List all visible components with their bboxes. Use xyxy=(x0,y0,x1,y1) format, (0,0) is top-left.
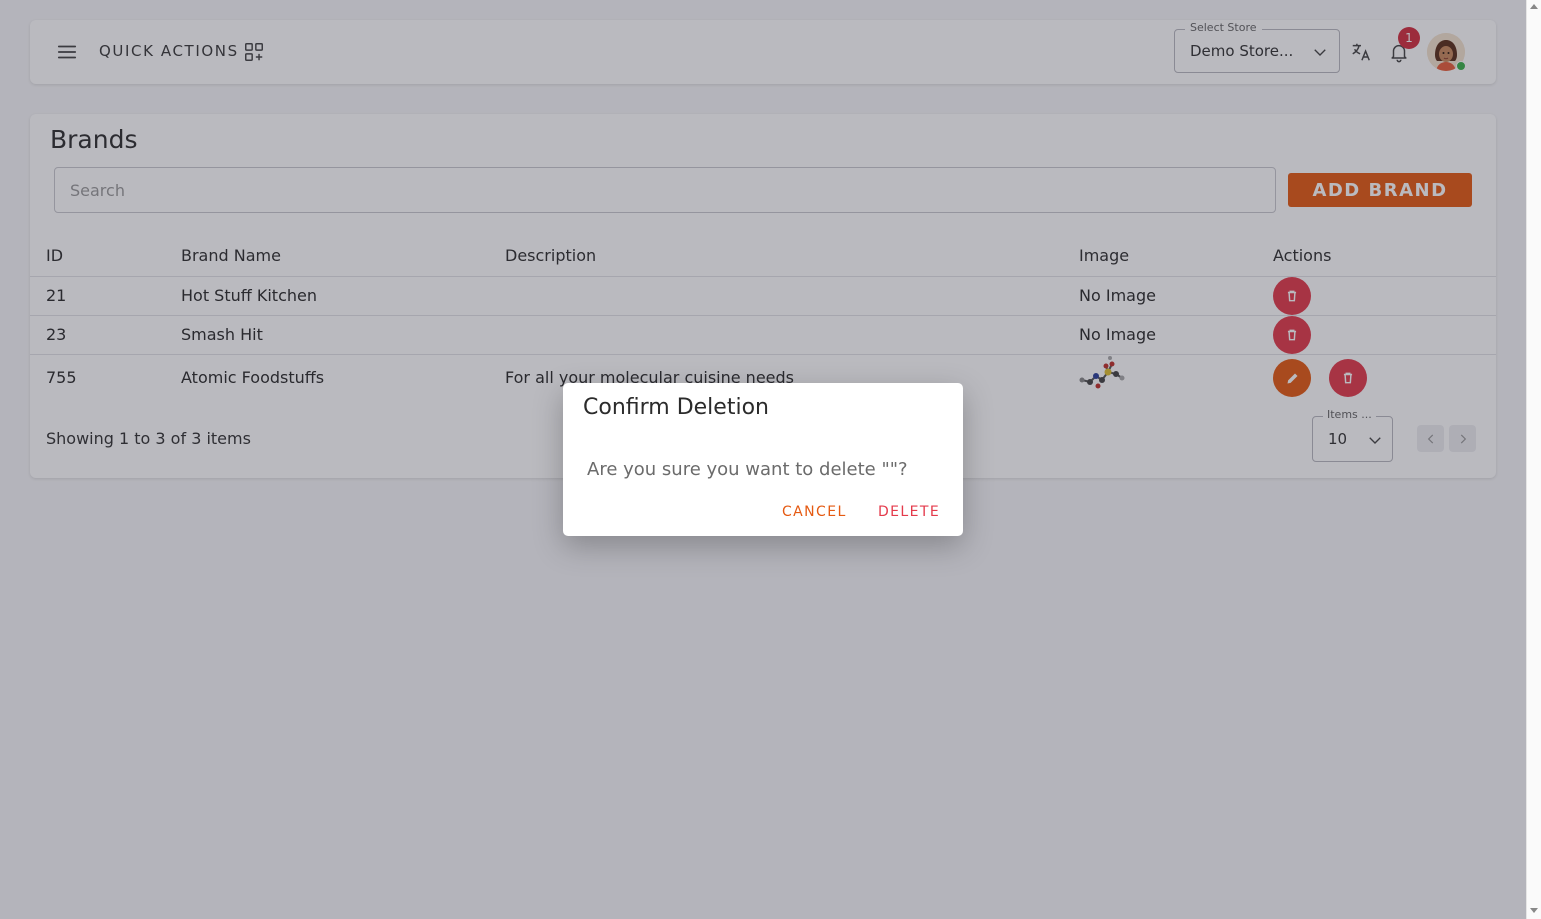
scroll-down-icon[interactable] xyxy=(1530,908,1538,913)
scroll-up-icon[interactable] xyxy=(1530,4,1538,9)
scrollbar[interactable] xyxy=(1526,0,1541,919)
dialog-title: Confirm Deletion xyxy=(583,395,769,420)
dialog-message: Are you sure you want to delete ""? xyxy=(587,459,908,480)
cancel-button[interactable]: CANCEL xyxy=(776,500,853,524)
confirm-deletion-dialog: Confirm Deletion Are you sure you want t… xyxy=(563,383,963,536)
delete-confirm-button[interactable]: DELETE xyxy=(872,500,946,524)
